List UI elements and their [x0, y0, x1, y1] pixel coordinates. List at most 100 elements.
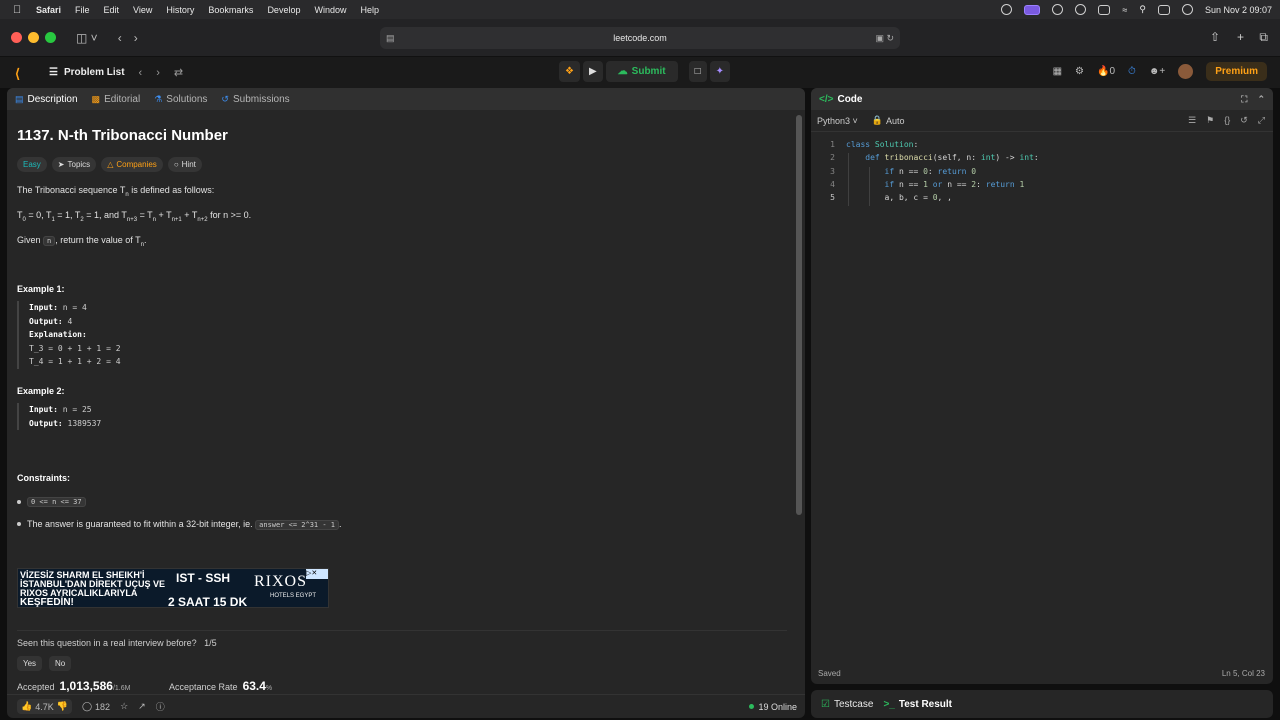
menu-bookmarks[interactable]: Bookmarks: [208, 5, 253, 15]
reload-icon[interactable]: ▣ ↻: [875, 33, 894, 44]
vpn-icon[interactable]: [1001, 4, 1013, 15]
auto-toggle[interactable]: 🔒 Auto: [872, 115, 905, 126]
zoom-window-button[interactable]: [45, 32, 56, 43]
siri-icon[interactable]: [1181, 4, 1193, 15]
notes-button[interactable]: □: [688, 61, 707, 82]
tab-solutions[interactable]: ⚗ Solutions: [154, 94, 207, 105]
interview-no-button[interactable]: No: [49, 656, 72, 671]
submit-button[interactable]: ☁ Submit: [605, 61, 678, 82]
add-friend-icon[interactable]: ☻+: [1149, 66, 1165, 77]
thumbs-down-icon[interactable]: 👎: [57, 701, 68, 712]
tab-submissions[interactable]: ↺ Submissions: [221, 94, 289, 105]
avatar[interactable]: [1178, 64, 1194, 79]
menu-window[interactable]: Window: [314, 5, 346, 15]
layout-icon[interactable]: ▦: [1053, 66, 1062, 77]
menu-safari[interactable]: Safari: [36, 5, 61, 15]
control-center-icon[interactable]: [1157, 4, 1170, 15]
search-icon[interactable]: ⚲: [1139, 4, 1146, 15]
code-editor[interactable]: 1 2 3 4 5 class Solution: def tribonacci…: [811, 138, 1273, 658]
streak[interactable]: 🔥0: [1097, 66, 1115, 77]
forward-icon[interactable]: ›: [134, 31, 138, 45]
screen-share-icon[interactable]: [1024, 4, 1041, 15]
ai-assist-button[interactable]: ✦: [709, 61, 730, 82]
compass-icon[interactable]: [1052, 4, 1064, 15]
premium-button[interactable]: Premium: [1206, 62, 1267, 81]
back-icon[interactable]: ‹: [118, 31, 122, 45]
menu-edit[interactable]: Edit: [104, 5, 120, 15]
scrollbar[interactable]: [796, 115, 802, 515]
tab-test-result[interactable]: >_ Test Result: [883, 699, 952, 710]
collapse-icon[interactable]: ⌃: [1257, 94, 1265, 105]
timer-icon[interactable]: ⏱: [1128, 66, 1136, 77]
shuffle-icon[interactable]: ⇄: [174, 66, 183, 79]
ex1-output-value: 4: [62, 316, 73, 326]
language-select[interactable]: Python3 ˅: [817, 116, 858, 126]
clock[interactable]: Sun Nov 2 09:07: [1205, 5, 1272, 15]
address-bar[interactable]: ▤ leetcode.com ▣ ↻: [380, 27, 900, 49]
ex2-input-value: n = 25: [57, 405, 92, 414]
topics-tag[interactable]: ➤ Topics: [51, 157, 97, 172]
tab-overview-icon[interactable]: ⧉: [1259, 30, 1268, 45]
example1-block: Input: n = 4 Output: 4 Explanation: T_3 …: [17, 301, 121, 369]
fullscreen-icon[interactable]: ⤢: [1258, 115, 1265, 126]
example2-block: Input: n = 25 Output: 1389537: [17, 403, 101, 430]
comments-button[interactable]: ◯ 182: [82, 701, 110, 712]
cursor-position: Ln 5, Col 23: [1221, 669, 1265, 678]
editor-tools: ☰ ⚑ {} ↺ ⤢: [1188, 115, 1265, 126]
auto-label: Auto: [886, 115, 905, 126]
favorite-star-icon[interactable]: ☆: [120, 701, 128, 712]
problem-list-link[interactable]: ☰ Problem List: [49, 67, 125, 78]
run-button[interactable]: ▶: [582, 61, 603, 82]
menu-develop[interactable]: Develop: [267, 5, 300, 15]
interview-yes-button[interactable]: Yes: [17, 656, 43, 671]
tab-description[interactable]: ▤ Description: [15, 94, 78, 105]
tab-solutions-label: Solutions: [166, 93, 208, 105]
tab-editorial[interactable]: ▩ Editorial: [92, 94, 141, 105]
share-icon[interactable]: ⇧: [1210, 30, 1220, 44]
like-button[interactable]: 👍 4.7K 👎: [17, 699, 72, 714]
close-window-button[interactable]: [11, 32, 22, 43]
menu-file[interactable]: File: [75, 5, 90, 15]
help-icon[interactable]: ⓘ: [156, 700, 165, 713]
reset-icon[interactable]: ↺: [1240, 115, 1248, 126]
advertisement-banner[interactable]: VİZESİZ SHARM EL SHEIKH'İ İSTANBUL'DAN D…: [17, 568, 329, 608]
submit-label: Submit: [631, 66, 666, 77]
constraint-1-code: 0 <= n <= 37: [27, 497, 86, 507]
sidebar-icon[interactable]: ◫ ˅: [76, 31, 98, 45]
menu-help[interactable]: Help: [360, 5, 379, 15]
new-tab-icon[interactable]: +: [1237, 30, 1244, 44]
hint-tag[interactable]: ○ Hint: [167, 157, 202, 172]
apple-icon[interactable]: : [13, 4, 27, 16]
editor-toolbar: Python3 ˅ 🔒 Auto ☰ ⚑ {} ↺ ⤢: [811, 110, 1273, 132]
tab-testcase[interactable]: ☑ Testcase: [821, 699, 873, 710]
wifi-icon[interactable]: ≈: [1122, 5, 1127, 15]
ex2-input-label: Input:: [29, 405, 58, 414]
debug-button[interactable]: ❖: [559, 61, 580, 82]
difficulty-badge[interactable]: Easy: [17, 157, 47, 172]
minimize-window-button[interactable]: [28, 32, 39, 43]
maximize-icon[interactable]: ⛶: [1241, 94, 1247, 105]
battery-icon[interactable]: [1098, 4, 1111, 15]
code-header: </> Code ⛶ ⌃: [811, 88, 1273, 110]
ad-route: IST - SSH: [176, 571, 231, 585]
lightbulb-icon: ○: [173, 160, 179, 169]
rate-value: 63.4: [242, 679, 266, 693]
braces-icon[interactable]: {}: [1224, 115, 1230, 126]
bookmark-icon[interactable]: ⚑: [1206, 115, 1214, 126]
ad-choices-icon[interactable]: ▷✕: [306, 569, 328, 579]
intro-text: The Tribonacci sequence Tn is defined as…: [17, 185, 214, 198]
given-text: Given n, return the value of Tn.: [17, 235, 146, 248]
leetcode-logo-icon[interactable]: ⟨: [15, 66, 29, 81]
next-problem-icon[interactable]: ›: [156, 67, 160, 79]
prev-problem-icon[interactable]: ‹: [139, 67, 143, 79]
page-settings-icon[interactable]: ▤: [386, 33, 395, 44]
recurrence-text: T0 = 0, T1 = 1, T2 = 1, and Tn+3 = Tn + …: [17, 210, 252, 223]
play-icon[interactable]: [1075, 4, 1087, 15]
companies-tag[interactable]: △ Companies: [101, 157, 163, 172]
share-link-icon[interactable]: ↗: [138, 701, 146, 712]
menu-view[interactable]: View: [133, 5, 152, 15]
settings-icon[interactable]: ⚙: [1075, 66, 1084, 77]
menu-history[interactable]: History: [166, 5, 194, 15]
chevron-down-icon: ˅: [852, 115, 858, 126]
format-icon[interactable]: ☰: [1188, 115, 1196, 126]
